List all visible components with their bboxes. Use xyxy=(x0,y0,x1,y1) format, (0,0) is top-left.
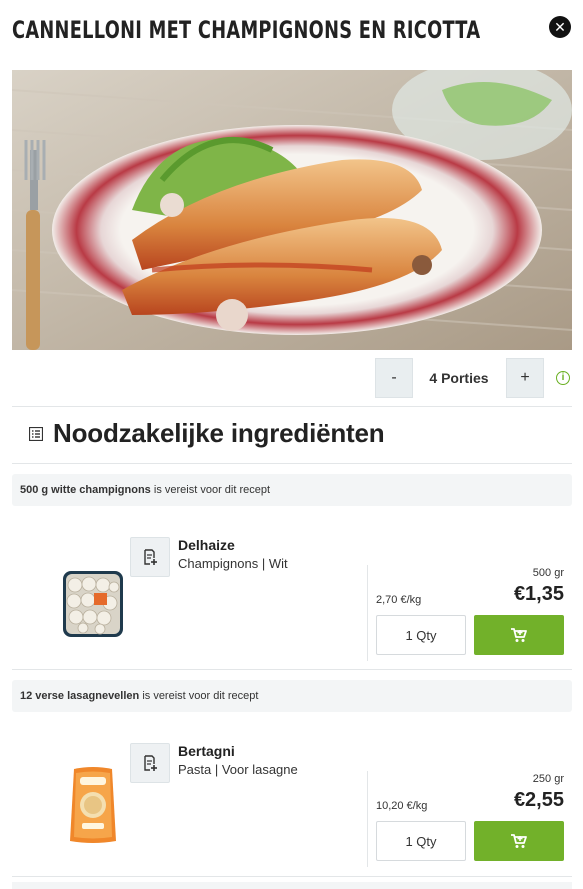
ingredient-requirement: 500 g witte champignons is vereist voor … xyxy=(12,474,572,506)
product-card: Bertagni Pasta | Voor lasagne 250 gr 10,… xyxy=(12,743,572,883)
divider xyxy=(12,463,572,464)
product-unit-price: 2,70 €/kg xyxy=(376,594,422,606)
product-unit-price: 10,20 €/kg xyxy=(376,800,428,812)
decrease-portions-button[interactable]: - xyxy=(375,358,413,398)
required-suffix: is vereist voor dit recept xyxy=(153,484,271,496)
ingredients-title: Noodzakelijke ingrediënten xyxy=(53,418,385,448)
divider xyxy=(12,876,572,877)
divider xyxy=(367,771,368,867)
add-to-list-icon xyxy=(144,549,157,565)
product-price: €2,55 xyxy=(513,789,564,811)
cart-icon xyxy=(511,628,527,642)
product-weight: 250 gr xyxy=(532,773,564,785)
add-to-cart-button[interactable] xyxy=(474,615,564,655)
product-price: €1,35 xyxy=(513,583,564,605)
product-brand: Delhaize xyxy=(178,537,235,553)
required-amount: 500 g witte champignons xyxy=(20,484,151,496)
close-button[interactable]: ✕ xyxy=(549,16,571,38)
required-suffix: is vereist voor dit recept xyxy=(142,690,259,702)
divider xyxy=(12,669,572,670)
ingredient-requirement: 12 verse lasagnevellen is vereist voor d… xyxy=(12,680,572,712)
divider xyxy=(367,565,368,661)
portion-selector: - 4 Porties + i xyxy=(0,358,583,398)
ingredients-header: Noodzakelijke ingrediënten xyxy=(12,418,385,449)
portion-count: 4 Porties xyxy=(429,370,489,386)
product-description: Pasta | Voor lasagne xyxy=(178,762,298,777)
product-brand: Bertagni xyxy=(178,743,235,759)
recipe-photo xyxy=(12,70,572,350)
product-description: Champignons | Wit xyxy=(178,556,288,571)
add-to-cart-button[interactable] xyxy=(474,821,564,861)
product-weight: 500 gr xyxy=(532,567,564,579)
increase-portions-button[interactable]: + xyxy=(506,358,544,398)
close-icon: ✕ xyxy=(554,18,566,35)
divider xyxy=(12,406,572,407)
add-to-list-button[interactable] xyxy=(130,743,170,783)
add-to-list-button[interactable] xyxy=(130,537,170,577)
info-icon[interactable]: i xyxy=(556,371,570,385)
mushroom-product-image xyxy=(63,571,123,637)
recipe-title: Cannelloni met champignons en ricotta xyxy=(12,16,481,44)
recipe-photo-graphic xyxy=(12,70,572,350)
add-to-list-icon xyxy=(144,755,157,771)
list-icon xyxy=(29,426,43,441)
quantity-selector[interactable]: 1 Qty xyxy=(376,615,466,655)
required-amount: 12 verse lasagnevellen xyxy=(20,690,140,702)
next-ingredient-requirement xyxy=(12,882,572,889)
quantity-selector[interactable]: 1 Qty xyxy=(376,821,466,861)
product-card: Delhaize Champignons | Wit 500 gr 2,70 €… xyxy=(12,537,572,677)
cart-icon xyxy=(511,834,527,848)
pasta-product-image xyxy=(70,767,116,843)
